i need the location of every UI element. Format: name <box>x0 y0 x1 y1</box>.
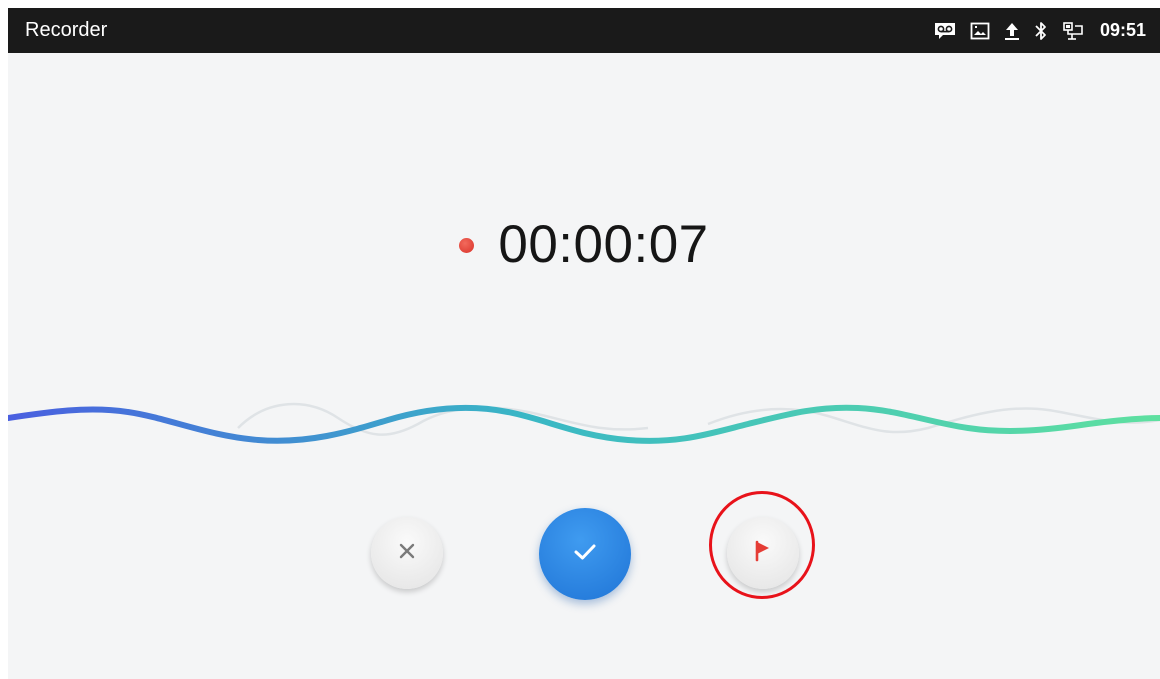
close-icon <box>399 543 415 564</box>
picture-icon <box>970 21 990 41</box>
cancel-button[interactable] <box>371 517 443 589</box>
app-title: Recorder <box>25 19 108 41</box>
status-icons: 09:51 <box>934 8 1146 53</box>
recording-timer: 00:00:07 <box>8 214 1160 274</box>
check-icon <box>573 542 597 567</box>
flag-button[interactable] <box>727 517 799 589</box>
flag-icon <box>754 540 772 567</box>
upload-icon <box>1004 21 1020 41</box>
voicemail-icon <box>934 21 956 41</box>
bluetooth-icon <box>1034 21 1048 41</box>
done-button[interactable] <box>539 508 631 600</box>
audio-waveform <box>8 402 1160 444</box>
network-icon <box>1062 21 1084 41</box>
recording-indicator <box>459 237 475 253</box>
elapsed-time: 00:00:07 <box>498 214 709 274</box>
recorder-screen: Recorder 09:51 00:00:07 <box>8 8 1160 679</box>
status-clock: 09:51 <box>1099 20 1146 40</box>
status-bar: Recorder 09:51 <box>8 8 1160 53</box>
